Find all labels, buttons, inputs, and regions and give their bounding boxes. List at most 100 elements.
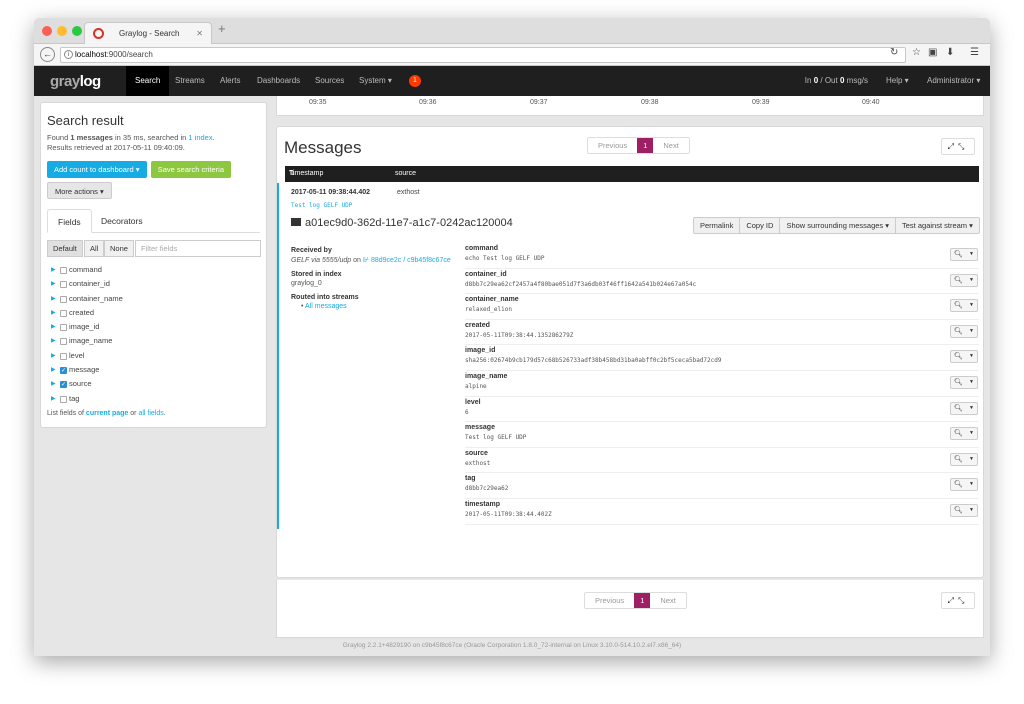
tab-fields[interactable]: Fields <box>47 209 92 233</box>
field-actions-button[interactable]: 🔍︎ ▼ <box>950 324 978 338</box>
chevron-down-icon: ▼ <box>969 276 974 283</box>
test-against-stream-button[interactable]: Test against stream ▾ <box>896 218 979 233</box>
expand-collapse-icon[interactable]: ⤢⤡ <box>941 592 975 609</box>
caret-right-icon[interactable]: ▶ <box>51 277 56 291</box>
bookmark-star-icon[interactable]: ☆ <box>912 47 921 58</box>
add-count-to-dashboard-button[interactable]: Add count to dashboard ▾ <box>47 161 147 178</box>
current-page-link[interactable]: current page <box>86 410 128 417</box>
caret-right-icon[interactable]: ▶ <box>51 349 56 363</box>
histogram-tick: 09:37 <box>530 99 548 106</box>
col-source[interactable]: source <box>395 166 416 182</box>
field-checkbox[interactable] <box>60 364 67 378</box>
field-item-container_id[interactable]: ▶ container_id <box>47 277 260 291</box>
field-item-image_id[interactable]: ▶ image_id <box>47 320 260 334</box>
caret-right-icon[interactable]: ▶ <box>51 306 56 320</box>
close-tab-icon[interactable]: ✕ <box>196 23 203 44</box>
nav-dashboards[interactable]: Dashboards <box>248 66 309 96</box>
all-fields-link[interactable]: all fields <box>138 410 163 417</box>
message-field-value: exthost <box>465 459 491 467</box>
url-input[interactable]: i localhost:9000/search <box>60 47 906 63</box>
field-checkbox[interactable] <box>60 352 67 360</box>
filter-fields-input[interactable]: Filter fields <box>135 240 261 257</box>
sort-icon[interactable]: ⇅ <box>289 166 295 182</box>
field-checkbox[interactable] <box>60 267 67 274</box>
field-checkbox[interactable] <box>60 378 67 393</box>
field-checkbox[interactable] <box>60 295 67 303</box>
url-toolbar: ← i localhost:9000/search ↻ ☆ ▣ ⬇ ☰ <box>34 44 990 66</box>
nav-alerts[interactable]: Alerts <box>211 66 249 96</box>
messages-panel: Messages Previous 1 Next ⤢⤡ Timestamp ⇅ … <box>276 126 984 578</box>
field-checkbox[interactable] <box>60 338 67 346</box>
caret-right-icon[interactable]: ▶ <box>51 392 56 406</box>
filter-none-button[interactable]: None <box>104 240 134 257</box>
pager-previous[interactable]: Previous <box>588 138 637 153</box>
field-actions-button[interactable]: 🔍︎ ▼ <box>950 350 978 364</box>
caret-right-icon[interactable]: ▶ <box>51 363 56 377</box>
filter-default-button[interactable]: Default <box>47 240 83 257</box>
field-actions-button[interactable]: 🔍︎ ▼ <box>950 299 978 313</box>
field-actions-button[interactable]: 🔍︎ ▼ <box>950 503 978 517</box>
caret-right-icon[interactable]: ▶ <box>51 292 56 306</box>
caret-right-icon[interactable]: ▶ <box>51 263 56 277</box>
pager-page-1[interactable]: 1 <box>634 593 651 608</box>
nav-user-menu[interactable]: Administrator ▾ <box>927 66 980 96</box>
caret-right-icon[interactable]: ▶ <box>51 377 56 391</box>
field-actions-button[interactable]: 🔍︎ ▼ <box>950 273 978 287</box>
graylog-logo[interactable]: graylog <box>50 73 101 90</box>
field-item-image_name[interactable]: ▶ image_name <box>47 334 260 348</box>
expand-collapse-icon[interactable]: ⤢⤡ <box>941 138 975 155</box>
field-checkbox[interactable] <box>60 324 67 332</box>
pager-next[interactable]: Next <box>653 138 688 153</box>
pager-next[interactable]: Next <box>650 593 685 608</box>
reload-icon[interactable]: ↻ <box>890 47 898 58</box>
field-item-level[interactable]: ▶ level <box>47 349 260 363</box>
field-checkbox[interactable] <box>60 281 67 289</box>
new-tab-icon[interactable]: + <box>218 21 226 36</box>
download-icon[interactable]: ⬇ <box>946 47 954 58</box>
clipboard-icon[interactable]: ▣ <box>928 47 937 58</box>
info-icon[interactable]: i <box>64 50 73 59</box>
minimize-window-button[interactable] <box>57 26 67 36</box>
nav-help[interactable]: Help ▾ <box>886 66 909 96</box>
field-checkbox[interactable] <box>60 395 67 403</box>
field-actions-button[interactable]: 🔍︎ ▼ <box>950 478 978 492</box>
stream-all-messages-link[interactable]: All messages <box>305 303 347 310</box>
browser-tab[interactable]: Graylog - Search ✕ <box>84 22 212 44</box>
nav-sources[interactable]: Sources <box>306 66 353 96</box>
more-actions-button[interactable]: More actions ▾ <box>47 182 112 199</box>
message-row-expanded[interactable]: 2017-05-11 09:38:44.402 exthost Test log… <box>277 183 983 529</box>
pager-previous[interactable]: Previous <box>585 593 634 608</box>
field-actions-button[interactable]: 🔍︎ ▼ <box>950 427 978 441</box>
field-item-source[interactable]: ▶ source <box>47 377 260 393</box>
node-link[interactable]: ⊮ 88d9ce2c / c9b45f8c67ce <box>363 257 451 264</box>
nav-search[interactable]: Search <box>126 66 170 96</box>
field-item-created[interactable]: ▶ created <box>47 306 260 320</box>
field-actions-button[interactable]: 🔍︎ ▼ <box>950 452 978 466</box>
menu-icon[interactable]: ☰ <box>970 47 979 58</box>
copy-id-button[interactable]: Copy ID <box>740 218 781 233</box>
field-actions-button[interactable]: 🔍︎ ▼ <box>950 401 978 415</box>
close-window-button[interactable] <box>42 26 52 36</box>
permalink-button[interactable]: Permalink <box>694 218 741 233</box>
field-item-command[interactable]: ▶ command <box>47 263 260 277</box>
caret-right-icon[interactable]: ▶ <box>51 334 56 348</box>
maximize-window-button[interactable] <box>72 26 82 36</box>
save-search-criteria-button[interactable]: Save search criteria <box>150 161 232 178</box>
notification-badge[interactable]: 1 <box>409 75 421 87</box>
nav-streams[interactable]: Streams <box>166 66 214 96</box>
index-link[interactable]: 1 index <box>188 133 212 142</box>
caret-right-icon[interactable]: ▶ <box>51 320 56 334</box>
field-actions-button[interactable]: 🔍︎ ▼ <box>950 248 978 261</box>
tab-decorators[interactable]: Decorators <box>91 209 153 233</box>
field-checkbox[interactable] <box>60 309 67 317</box>
nav-system[interactable]: System ▾ <box>350 66 401 96</box>
zoom-icon: 🔍︎ <box>954 302 963 310</box>
pager-page-1[interactable]: 1 <box>637 138 654 153</box>
field-item-tag[interactable]: ▶ tag <box>47 392 260 406</box>
filter-all-button[interactable]: All <box>84 240 105 257</box>
field-actions-button[interactable]: 🔍︎ ▼ <box>950 375 978 389</box>
field-item-message[interactable]: ▶ message <box>47 363 260 378</box>
field-item-container_name[interactable]: ▶ container_name <box>47 292 260 306</box>
show-surrounding-messages-button[interactable]: Show surrounding messages ▾ <box>780 218 897 233</box>
back-icon[interactable]: ← <box>40 47 55 62</box>
